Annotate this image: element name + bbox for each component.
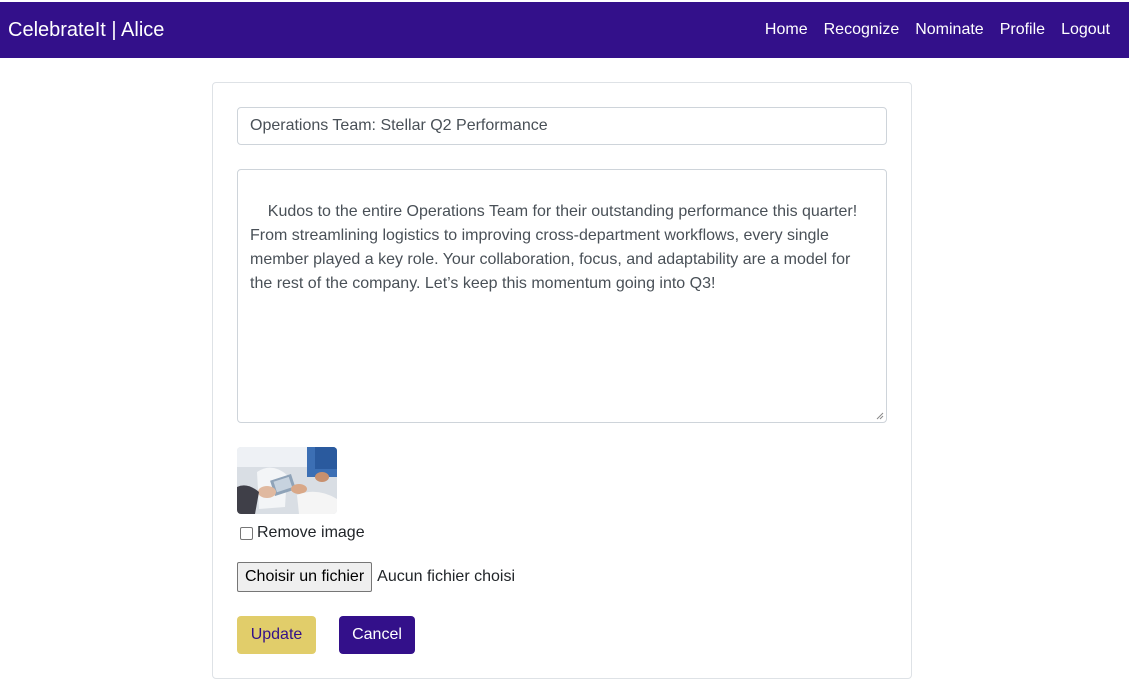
- remove-image-row[interactable]: Remove image: [240, 524, 365, 542]
- remove-image-checkbox[interactable]: [240, 526, 253, 540]
- message-textarea[interactable]: Kudos to the entire Operations Team for …: [237, 169, 887, 423]
- nav-link-home[interactable]: Home: [765, 20, 808, 40]
- file-status-text: Aucun fichier choisi: [377, 568, 515, 585]
- update-button[interactable]: Update: [237, 616, 316, 654]
- nav-link-profile[interactable]: Profile: [1000, 20, 1045, 40]
- attached-image-thumbnail: [237, 447, 337, 514]
- remove-image-label: Remove image: [257, 524, 365, 541]
- brand-title[interactable]: CelebrateIt | Alice: [8, 18, 164, 42]
- cancel-button[interactable]: Cancel: [339, 616, 415, 654]
- top-navbar: CelebrateIt | Alice Home Recognize Nomin…: [0, 2, 1129, 58]
- nav-links: Home Recognize Nominate Profile Logout: [749, 20, 1121, 40]
- file-upload-row: Choisir un fichier Aucun fichier choisi: [237, 562, 515, 592]
- image-thumbnail-icon: [237, 447, 337, 514]
- title-input[interactable]: Operations Team: Stellar Q2 Performance: [237, 107, 887, 145]
- nav-link-nominate[interactable]: Nominate: [915, 20, 983, 40]
- nav-link-logout[interactable]: Logout: [1061, 20, 1110, 40]
- choose-file-button[interactable]: Choisir un fichier: [237, 562, 373, 592]
- resize-grip-icon[interactable]: [876, 412, 884, 420]
- edit-recognition-card: Operations Team: Stellar Q2 Performance …: [212, 82, 912, 679]
- message-text: Kudos to the entire Operations Team for …: [250, 203, 862, 292]
- nav-link-recognize[interactable]: Recognize: [824, 20, 900, 40]
